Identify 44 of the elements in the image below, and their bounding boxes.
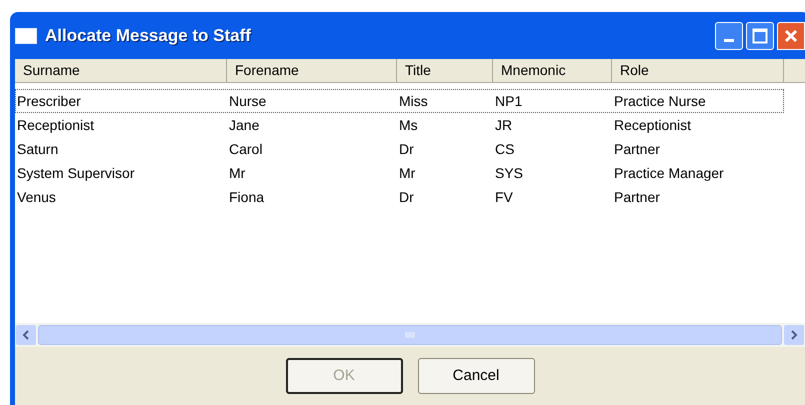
table-cell-text: Venus: [16, 188, 57, 206]
table-cell-text: Ms: [398, 116, 419, 134]
table-cell-text: Saturn: [16, 140, 60, 158]
maximize-button[interactable]: [746, 22, 774, 50]
focused-row[interactable]: Prescriber Nurse Miss NP1 Practice Nurse: [15, 89, 784, 113]
column-header[interactable]: Forename: [227, 59, 397, 83]
column-header[interactable]: Mnemonic: [493, 59, 612, 83]
table-cell-text: Mr: [228, 164, 246, 182]
table-cell-text: Miss: [398, 92, 429, 110]
scroll-right-icon[interactable]: [784, 325, 804, 345]
minimize-button[interactable]: [715, 22, 743, 50]
scroll-thumb[interactable]: [38, 325, 782, 345]
table-cell-text: Partner: [613, 188, 661, 206]
table-cell-text: Nurse: [228, 92, 268, 110]
table-cell-text: Partner: [613, 140, 661, 158]
table-cell-text: Receptionist: [613, 116, 692, 135]
table-cell-text: NP1: [494, 92, 524, 110]
minimize-icon: [724, 38, 734, 42]
column-header[interactable]: Title: [397, 59, 493, 83]
table-cell-text: Jane: [228, 116, 260, 134]
horizontal-scrollbar[interactable]: [15, 323, 805, 347]
table-cell-text: Dr: [398, 140, 415, 158]
table-cell-text: Practice Nurse: [613, 92, 707, 110]
close-icon: [783, 28, 799, 44]
table-cell-text: Dr: [398, 188, 415, 206]
column-header[interactable]: Surname: [15, 59, 227, 83]
table-cell-text: Receptionist: [16, 116, 96, 135]
column-header[interactable]: Role: [612, 59, 784, 83]
table-cell-text: Fiona: [228, 188, 266, 206]
dialog-button[interactable]: Cancel: [418, 358, 534, 394]
table-cell-text: CS: [494, 140, 516, 158]
table-cell-text: Practice Manager: [613, 164, 725, 183]
maximize-icon: [752, 28, 768, 44]
table-cell-text: Mr: [398, 164, 416, 182]
close-button[interactable]: [777, 22, 805, 50]
scroll-left-icon[interactable]: [16, 325, 36, 345]
window-title: Allocate Message to Staff: [45, 24, 251, 47]
table-cell-text: JR: [494, 116, 514, 134]
table-cell-text: Prescriber: [16, 92, 82, 110]
table-cell-text: System Supervisor: [16, 164, 136, 183]
window-icon: [15, 28, 37, 44]
table-cell-text: FV: [494, 188, 514, 206]
table-cell-text: Carol: [228, 140, 264, 158]
table-cell-text: SYS: [494, 164, 524, 182]
